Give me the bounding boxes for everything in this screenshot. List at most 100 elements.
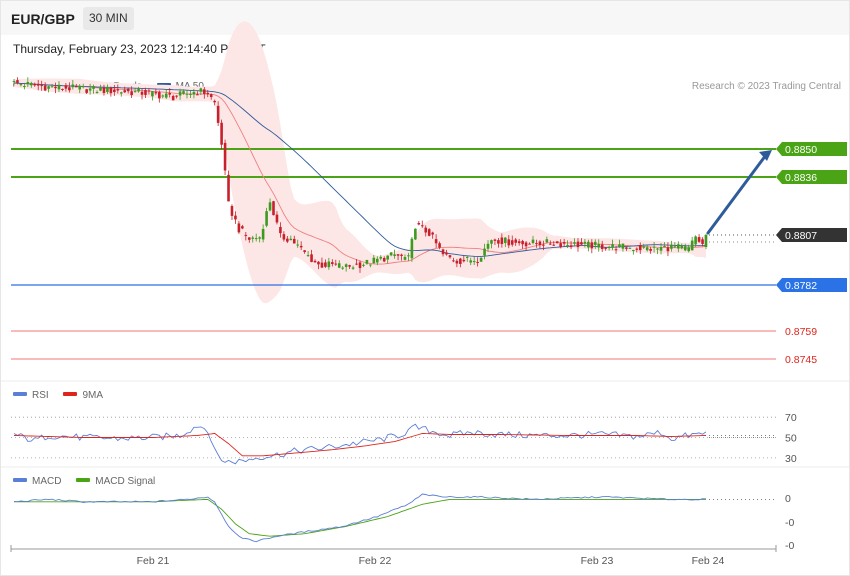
time-axis: Feb 21 Feb 22 Feb 23 Feb 24 xyxy=(10,545,777,567)
candle-body xyxy=(431,232,434,235)
x-label-1: Feb 22 xyxy=(359,555,392,567)
candle-body xyxy=(438,243,441,248)
candle-body xyxy=(417,222,421,225)
candle-body xyxy=(144,89,147,95)
macd-tick-2: -0 xyxy=(785,540,794,552)
candle-body xyxy=(320,262,324,268)
candle-body xyxy=(88,88,92,91)
candle-body xyxy=(486,243,490,249)
candle-body xyxy=(376,258,379,263)
candle-body xyxy=(185,93,189,95)
x-label-2: Feb 23 xyxy=(581,555,614,567)
candle-body xyxy=(382,258,386,262)
rsi-tick-70: 70 xyxy=(785,412,797,424)
candle-body xyxy=(234,215,237,220)
candle-body xyxy=(573,242,576,244)
candle-body xyxy=(365,259,369,264)
candle-body xyxy=(12,81,16,83)
candle-body xyxy=(358,262,362,269)
candle-body xyxy=(618,244,621,247)
candle-body xyxy=(78,85,82,90)
candle-body xyxy=(189,93,192,95)
candle-body xyxy=(531,239,535,243)
candle-body xyxy=(677,244,680,249)
candle-body xyxy=(192,91,196,95)
candle-body xyxy=(597,243,601,248)
macd-signal-line xyxy=(14,498,706,537)
candle-body xyxy=(57,84,61,90)
candle-body xyxy=(472,261,476,263)
rsi-tick-30: 30 xyxy=(785,453,797,465)
candle-body xyxy=(389,252,393,256)
candle-body xyxy=(683,246,687,251)
candle-body xyxy=(164,93,168,98)
candle-body xyxy=(569,245,573,248)
candle-body xyxy=(528,243,531,245)
rsi-9ma-line xyxy=(13,432,707,457)
candle-body xyxy=(524,242,528,247)
candle-body xyxy=(282,234,286,240)
candle-body xyxy=(244,234,248,236)
candle-body xyxy=(268,202,272,211)
candle-body xyxy=(130,91,133,96)
candle-body xyxy=(362,264,365,266)
candle-body xyxy=(576,241,580,248)
candle-body xyxy=(448,255,452,258)
candle-body xyxy=(465,256,469,258)
candle-body xyxy=(521,240,524,245)
candle-body xyxy=(649,248,652,251)
candle-body xyxy=(704,234,708,248)
candle-body xyxy=(36,83,40,86)
candle-body xyxy=(140,91,144,95)
candle-body xyxy=(116,89,120,91)
candle-body xyxy=(43,85,47,91)
candle-body xyxy=(251,237,255,239)
candle-body xyxy=(196,94,199,96)
level-label-0.8782: 0.8782 xyxy=(785,280,817,292)
candle-body xyxy=(434,239,438,244)
candle-body xyxy=(694,236,697,245)
candle-body xyxy=(600,244,604,249)
candle-body xyxy=(95,91,99,93)
candle-body xyxy=(68,87,71,91)
candle-body xyxy=(241,226,244,229)
candle-body xyxy=(666,247,670,252)
macd-line xyxy=(13,493,707,543)
candle-body xyxy=(580,242,583,245)
candle-body xyxy=(81,86,85,88)
candle-body xyxy=(441,249,445,255)
candle-body xyxy=(552,244,556,246)
candle-body xyxy=(538,241,542,246)
candle-body xyxy=(410,238,414,259)
candle-body xyxy=(40,85,43,87)
level-label-0.8836: 0.8836 xyxy=(785,172,817,184)
candle-body xyxy=(151,91,154,97)
candle-body xyxy=(306,255,310,257)
candle-body xyxy=(555,241,559,244)
candle-body xyxy=(199,88,203,92)
candle-body xyxy=(497,240,500,244)
candle-body xyxy=(604,247,607,249)
candle-body xyxy=(337,263,341,268)
candle-body xyxy=(168,93,171,95)
candle-body xyxy=(216,105,220,123)
candle-body xyxy=(182,91,185,94)
candle-body xyxy=(26,82,30,85)
candle-body xyxy=(74,86,78,88)
candle-body xyxy=(109,87,113,94)
candle-body xyxy=(483,248,486,256)
candle-body xyxy=(476,261,479,263)
candle-body xyxy=(687,247,690,252)
ma20-line xyxy=(13,82,707,265)
candle-body xyxy=(154,92,158,94)
candle-body xyxy=(137,88,140,92)
candle-body xyxy=(403,257,407,260)
candle-body xyxy=(607,247,611,249)
candle-body xyxy=(54,86,57,89)
candle-body xyxy=(19,84,23,86)
candle-body xyxy=(30,82,33,86)
candle-body xyxy=(559,243,562,248)
candle-body xyxy=(614,249,618,251)
candle-body xyxy=(396,254,400,256)
candle-body xyxy=(286,238,289,242)
